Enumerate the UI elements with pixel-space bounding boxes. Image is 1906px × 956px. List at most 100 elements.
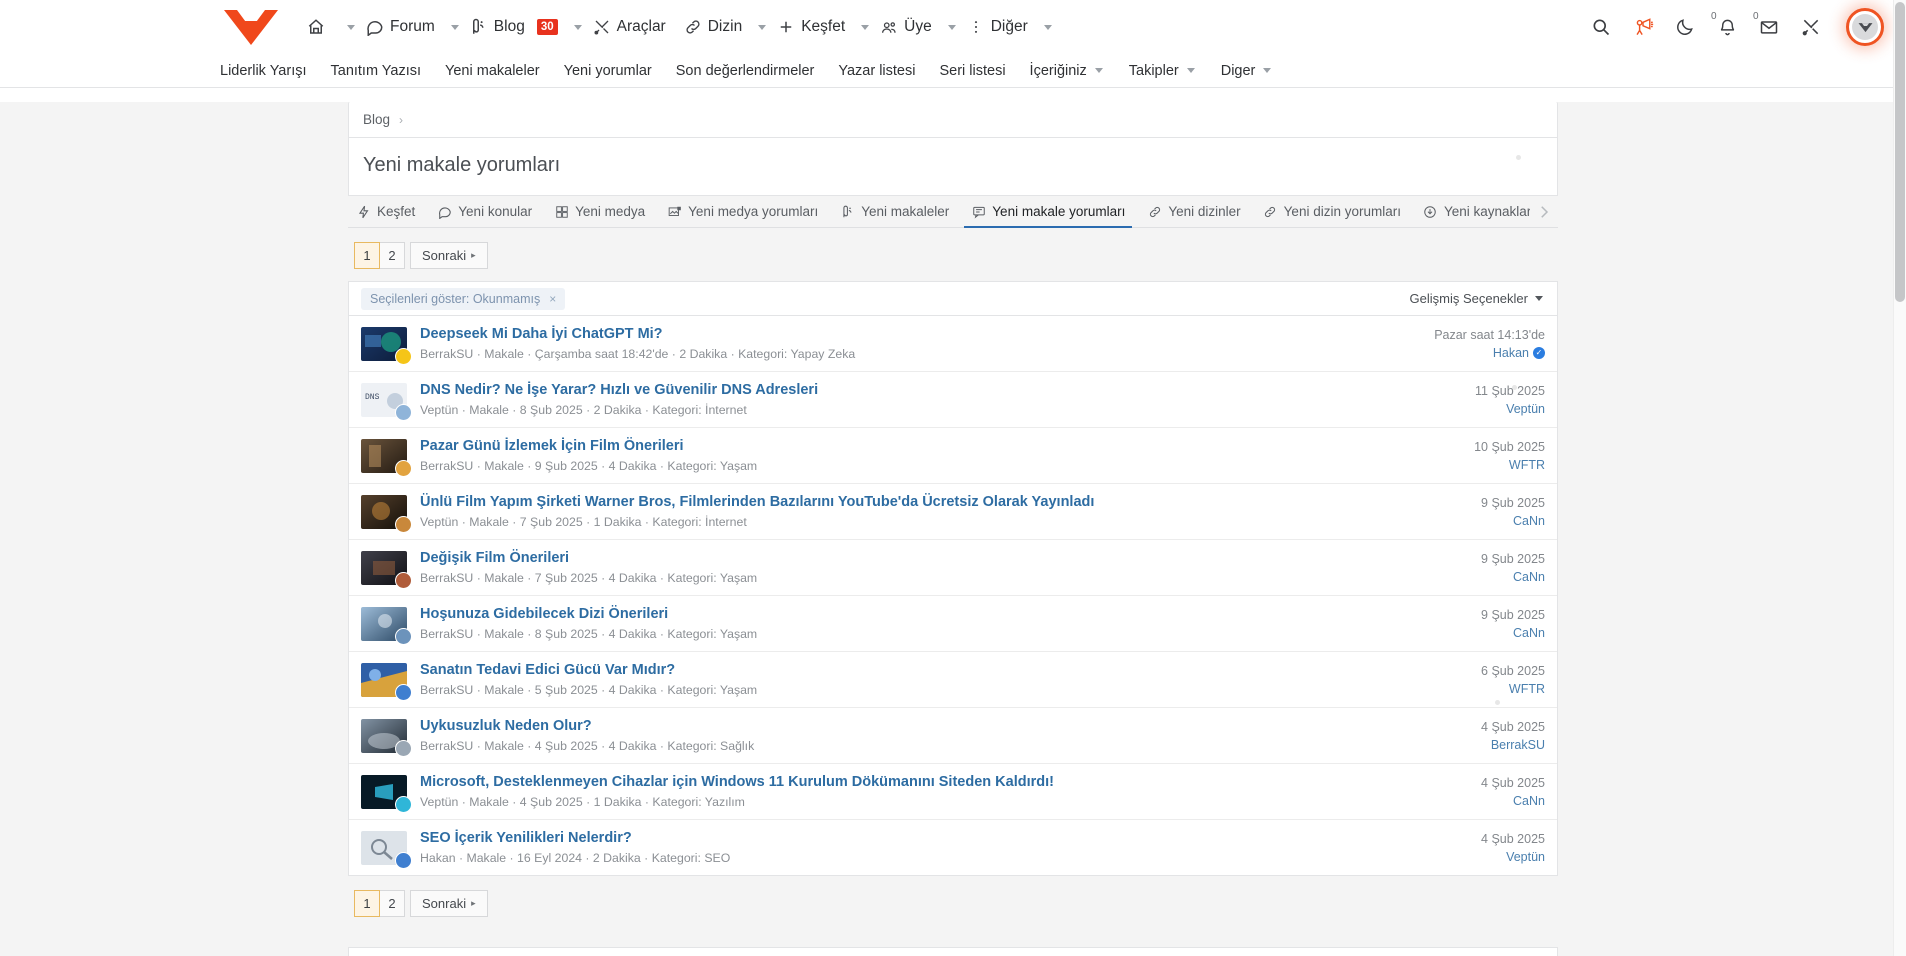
- avatar[interactable]: [395, 515, 412, 533]
- avatar[interactable]: [395, 403, 412, 421]
- nav-item-forum[interactable]: Forum: [357, 12, 444, 42]
- tab-yeni-kaynaklar[interactable]: Yeni kaynaklar: [1412, 196, 1530, 228]
- row-user[interactable]: Veptün: [1481, 849, 1545, 865]
- page-button-2[interactable]: 2: [379, 890, 405, 917]
- table-row[interactable]: SEO İçerik Yenilikleri Nelerdir? Hakan ·…: [349, 820, 1557, 875]
- row-title[interactable]: Deepseek Mi Daha İyi ChatGPT Mi?: [420, 325, 1416, 343]
- subnav-item-9[interactable]: Diger: [1221, 59, 1288, 83]
- table-row[interactable]: Pazar Günü İzlemek İçin Film Önerileri B…: [349, 428, 1557, 484]
- table-row[interactable]: Ünlü Film Yapım Şirketi Warner Bros, Fil…: [349, 484, 1557, 540]
- nav-caret-blog[interactable]: [573, 24, 582, 30]
- avatar[interactable]: [395, 571, 412, 589]
- page-next-button[interactable]: Sonraki ▸: [410, 242, 488, 269]
- row-title[interactable]: Değişik Film Önerileri: [420, 549, 1463, 567]
- nav-item-other[interactable]: Diğer: [958, 12, 1037, 42]
- tabs-scroll-next-icon[interactable]: [1530, 196, 1558, 228]
- subnav-caret-8[interactable]: [1186, 68, 1195, 73]
- subnav-item-5[interactable]: Yazar listesi: [838, 59, 929, 83]
- nav-caret-other[interactable]: [1043, 24, 1052, 30]
- row-title[interactable]: Hoşunuza Gidebilecek Dizi Önerileri: [420, 605, 1463, 623]
- subnav-item-7[interactable]: İçeriğiniz: [1030, 59, 1119, 83]
- breadcrumb-root[interactable]: Blog: [363, 112, 390, 127]
- row-user[interactable]: WFTR: [1474, 457, 1545, 473]
- megaphone-icon[interactable]: [1632, 16, 1654, 38]
- avatar[interactable]: [1846, 8, 1884, 46]
- subnav-caret-9[interactable]: [1263, 68, 1272, 73]
- nav-caret-directory[interactable]: [758, 24, 767, 30]
- row-user[interactable]: Hakan ✓: [1434, 345, 1545, 361]
- close-icon[interactable]: ×: [549, 292, 556, 306]
- avatar[interactable]: [395, 739, 412, 757]
- subnav-item-8[interactable]: Takipler: [1129, 59, 1211, 83]
- nav-item-discover[interactable]: Keşfet: [768, 12, 854, 42]
- table-row[interactable]: Microsoft, Desteklenmeyen Cihazlar için …: [349, 764, 1557, 820]
- row-title[interactable]: Sanatın Tedavi Edici Gücü Var Mıdır?: [420, 661, 1463, 679]
- tab-yeni-makaleler[interactable]: Yeni makaleler: [829, 196, 960, 228]
- tools-icon[interactable]: [1800, 16, 1822, 38]
- row-title[interactable]: Microsoft, Desteklenmeyen Cihazlar için …: [420, 773, 1463, 791]
- row-title[interactable]: DNS Nedir? Ne İşe Yarar? Hızlı ve Güveni…: [420, 381, 1457, 399]
- avatar[interactable]: [395, 459, 412, 477]
- search-icon[interactable]: [1590, 16, 1612, 38]
- row-main: Uykusuzluk Neden Olur? BerrakSU · Makale…: [420, 717, 1463, 754]
- tab-kesfet[interactable]: Keşfet: [348, 196, 426, 228]
- subnav-caret-7[interactable]: [1094, 68, 1103, 73]
- envelope-icon[interactable]: 0: [1753, 11, 1780, 38]
- row-title[interactable]: Uykusuzluk Neden Olur?: [420, 717, 1463, 735]
- bell-icon[interactable]: 0: [1711, 11, 1738, 38]
- table-row[interactable]: Sanatın Tedavi Edici Gücü Var Mıdır? Ber…: [349, 652, 1557, 708]
- tab-yeni-medya-yorumlari[interactable]: Yeni medya yorumları: [656, 196, 829, 228]
- nav-caret-forum[interactable]: [450, 24, 459, 30]
- row-user[interactable]: CaNn: [1481, 513, 1545, 529]
- tab-yeni-dizin-yorumlari[interactable]: Yeni dizin yorumları: [1252, 196, 1412, 228]
- avatar[interactable]: [395, 683, 412, 701]
- row-user[interactable]: CaNn: [1481, 569, 1545, 585]
- nav-item-directory[interactable]: Dizin: [675, 12, 751, 42]
- row-user[interactable]: WFTR: [1481, 681, 1545, 697]
- nav-caret-members[interactable]: [947, 24, 956, 30]
- row-title[interactable]: Ünlü Film Yapım Şirketi Warner Bros, Fil…: [420, 493, 1463, 511]
- row-title[interactable]: Pazar Günü İzlemek İçin Film Önerileri: [420, 437, 1456, 455]
- tab-yeni-dizinler[interactable]: Yeni dizinler: [1136, 196, 1251, 228]
- page-button-1[interactable]: 1: [354, 890, 380, 917]
- advanced-options-button[interactable]: Gelişmiş Seçenekler: [1410, 291, 1546, 306]
- scrollbar-track[interactable]: [1893, 0, 1906, 956]
- table-row[interactable]: Deepseek Mi Daha İyi ChatGPT Mi? BerrakS…: [349, 316, 1557, 372]
- avatar[interactable]: [395, 627, 412, 645]
- row-title[interactable]: SEO İçerik Yenilikleri Nelerdir?: [420, 829, 1463, 847]
- subnav-item-4[interactable]: Son değerlendirmeler: [676, 59, 829, 83]
- table-row[interactable]: Uykusuzluk Neden Olur? BerrakSU · Makale…: [349, 708, 1557, 764]
- tab-yeni-medya[interactable]: Yeni medya: [543, 196, 656, 228]
- nav-caret-home[interactable]: [347, 24, 355, 30]
- subnav-item-0[interactable]: Liderlik Yarışı: [220, 59, 321, 83]
- subnav-item-1[interactable]: Tanıtım Yazısı: [331, 59, 436, 83]
- app-root: Forum Blog 30 Araçlar Dizin Keşfet Üye D…: [0, 0, 1906, 956]
- nav-item-members[interactable]: Üye: [871, 12, 941, 42]
- nav-item-tools[interactable]: Araçlar: [584, 12, 675, 42]
- avatar[interactable]: [395, 795, 412, 813]
- table-row[interactable]: Değişik Film Önerileri BerrakSU · Makale…: [349, 540, 1557, 596]
- row-user[interactable]: CaNn: [1481, 793, 1545, 809]
- active-filter-chip[interactable]: Seçilenleri göster: Okunmamış ×: [361, 287, 566, 310]
- row-user[interactable]: Veptün: [1475, 401, 1545, 417]
- tab-yeni-makale-yorumlari[interactable]: Yeni makale yorumları: [960, 196, 1136, 228]
- row-user[interactable]: BerrakSU: [1481, 737, 1545, 753]
- subnav-item-6[interactable]: Seri listesi: [939, 59, 1019, 83]
- nav-caret-discover[interactable]: [861, 24, 870, 30]
- table-row[interactable]: Hoşunuza Gidebilecek Dizi Önerileri Berr…: [349, 596, 1557, 652]
- nav-item-home[interactable]: [298, 12, 340, 42]
- moon-icon[interactable]: [1674, 16, 1696, 38]
- avatar[interactable]: [395, 851, 412, 869]
- tab-yeni-konular[interactable]: Yeni konular: [426, 196, 543, 228]
- nav-item-blog[interactable]: Blog 30: [461, 12, 567, 42]
- row-user[interactable]: CaNn: [1481, 625, 1545, 641]
- page-button-2[interactable]: 2: [379, 242, 405, 269]
- page-button-1[interactable]: 1: [354, 242, 380, 269]
- scrollbar-thumb[interactable]: [1895, 2, 1905, 302]
- avatar[interactable]: [395, 347, 412, 365]
- subnav-item-3[interactable]: Yeni yorumlar: [564, 59, 666, 83]
- table-row[interactable]: DNS DNS Nedir? Ne İşe Yarar? Hızlı ve Gü…: [349, 372, 1557, 428]
- subnav-item-2[interactable]: Yeni makaleler: [445, 59, 554, 83]
- site-logo[interactable]: [220, 6, 282, 48]
- page-next-button[interactable]: Sonraki ▸: [410, 890, 488, 917]
